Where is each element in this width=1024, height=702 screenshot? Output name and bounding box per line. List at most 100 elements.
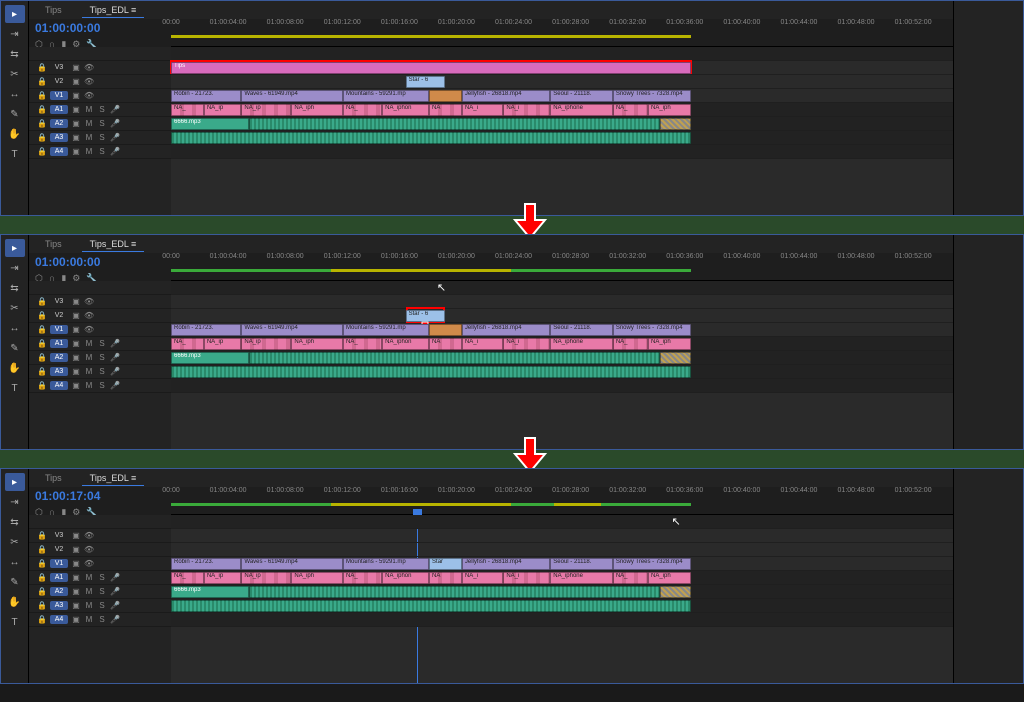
toggle-output-icon[interactable]: ▣ (71, 601, 81, 610)
track-target[interactable]: A3 (50, 367, 68, 376)
audio-clip[interactable]: NA_ (343, 338, 382, 350)
mute-icon[interactable]: M (84, 587, 94, 596)
track-header-v2[interactable]: 🔒V2▣👁 (29, 75, 171, 89)
track-header-v2[interactable]: 🔒V2▣👁 (29, 543, 171, 557)
pen-tool-icon[interactable]: ✎ (5, 573, 25, 591)
tab-tips-edl[interactable]: Tips_EDL ≡ (82, 3, 145, 18)
audio-clip[interactable]: NA_i (503, 104, 550, 116)
toggle-output-icon[interactable]: ▣ (71, 311, 81, 320)
toggle-output-icon[interactable]: ▣ (71, 587, 81, 596)
track-target[interactable]: A1 (50, 573, 68, 582)
mute-icon[interactable]: M (84, 381, 94, 390)
mute-icon[interactable]: M (84, 339, 94, 348)
lock-icon[interactable]: 🔒 (37, 545, 47, 554)
pen-tool-icon[interactable]: ✎ (5, 105, 25, 123)
mute-icon[interactable]: M (84, 133, 94, 142)
audio-clip[interactable]: NA_iph (648, 104, 691, 116)
voice-icon[interactable]: 🎤 (110, 381, 120, 390)
eye-icon[interactable]: 👁 (84, 63, 94, 72)
track-header-a2[interactable]: 🔒A2▣MS🎤 (29, 117, 171, 131)
selection-tool-icon[interactable]: ▸ (5, 239, 25, 257)
track-header-[interactable] (29, 47, 171, 61)
voice-icon[interactable]: 🎤 (110, 119, 120, 128)
solo-icon[interactable]: S (97, 353, 107, 362)
track-target[interactable]: A1 (50, 339, 68, 348)
type-tool-icon[interactable]: T (5, 145, 25, 163)
toggle-output-icon[interactable]: ▣ (71, 559, 81, 568)
lock-icon[interactable]: 🔒 (37, 325, 47, 334)
toggle-output-icon[interactable]: ▣ (71, 545, 81, 554)
time-ruler[interactable]: 00:0001:00:04:0001:00:08:0001:00:12:0001… (171, 19, 953, 47)
voice-icon[interactable]: 🎤 (110, 339, 120, 348)
track-header-v1[interactable]: 🔒V1▣👁 (29, 557, 171, 571)
video-clip[interactable]: Mountains - 59291.mp (343, 90, 429, 102)
track-select-tool-icon[interactable]: ⇥ (5, 259, 25, 277)
track-header-[interactable] (29, 515, 171, 529)
selection-tool-icon[interactable]: ▸ (5, 5, 25, 23)
solo-icon[interactable]: S (97, 381, 107, 390)
track-target[interactable]: A4 (50, 615, 68, 624)
mute-icon[interactable]: M (84, 573, 94, 582)
track-header-a3[interactable]: 🔒A3▣MS🎤 (29, 365, 171, 379)
solo-icon[interactable]: S (97, 105, 107, 114)
audio-clip[interactable]: NA_ (613, 338, 648, 350)
audio-clip[interactable]: NA_ (613, 572, 648, 584)
track-target[interactable]: V3 (50, 63, 68, 72)
slip-tool-icon[interactable]: ↔ (5, 85, 25, 103)
audio-clip[interactable]: NA_iphone (550, 338, 613, 350)
track-header-a1[interactable]: 🔒A1▣MS🎤 (29, 103, 171, 117)
eye-icon[interactable]: 👁 (84, 311, 94, 320)
mute-icon[interactable]: M (84, 119, 94, 128)
toggle-output-icon[interactable]: ▣ (71, 147, 81, 156)
video-clip[interactable]: Waves - 61949.mp4 (241, 90, 343, 102)
voice-icon[interactable]: 🎤 (110, 587, 120, 596)
mute-icon[interactable]: M (84, 105, 94, 114)
mute-icon[interactable]: M (84, 615, 94, 624)
solo-icon[interactable]: S (97, 587, 107, 596)
tab-tips-edl[interactable]: Tips_EDL ≡ (82, 471, 145, 486)
audio-clip[interactable]: NA_iph (648, 338, 691, 350)
razor-tool-icon[interactable]: ✂ (5, 299, 25, 317)
track-header-v3[interactable]: 🔒V3▣👁 (29, 295, 171, 309)
video-clip[interactable]: Jellyfish - 26818.mp4 (462, 324, 550, 336)
audio-clip[interactable]: NA_iphon (382, 338, 429, 350)
tab-tips[interactable]: Tips (37, 3, 70, 17)
track-target[interactable]: V2 (50, 545, 68, 554)
video-clip[interactable] (429, 90, 462, 102)
track-header-v1[interactable]: 🔒V1▣👁 (29, 89, 171, 103)
video-clip[interactable]: Snowy Trees - 7328.mp4 (613, 324, 691, 336)
track-target[interactable]: V3 (50, 531, 68, 540)
lock-icon[interactable]: 🔒 (37, 601, 47, 610)
mute-icon[interactable]: M (84, 353, 94, 362)
slip-tool-icon[interactable]: ↔ (5, 553, 25, 571)
track-target[interactable]: V2 (50, 77, 68, 86)
solo-icon[interactable]: S (97, 119, 107, 128)
track-select-tool-icon[interactable]: ⇥ (5, 493, 25, 511)
ripple-tool-icon[interactable]: ⇆ (5, 513, 25, 531)
lock-icon[interactable]: 🔒 (37, 381, 47, 390)
audio-clip[interactable]: NA_ (171, 104, 204, 116)
razor-tool-icon[interactable]: ✂ (5, 533, 25, 551)
eye-icon[interactable]: 👁 (84, 559, 94, 568)
toggle-output-icon[interactable]: ▣ (71, 381, 81, 390)
current-timecode[interactable]: 01:00:00:00 (35, 21, 165, 35)
voice-icon[interactable]: 🎤 (110, 133, 120, 142)
toggle-output-icon[interactable]: ▣ (71, 367, 81, 376)
toggle-output-icon[interactable]: ▣ (71, 325, 81, 334)
solo-icon[interactable]: S (97, 601, 107, 610)
toggle-output-icon[interactable]: ▣ (71, 91, 81, 100)
mute-icon[interactable]: M (84, 367, 94, 376)
audio-clip[interactable]: NA_iph (291, 338, 343, 350)
lock-icon[interactable]: 🔒 (37, 297, 47, 306)
video-clip[interactable]: Jellyfish - 26818.mp4 (462, 558, 550, 570)
track-header-v1[interactable]: 🔒V1▣👁 (29, 323, 171, 337)
track-target[interactable]: A4 (50, 381, 68, 390)
hand-tool-icon[interactable]: ✋ (5, 125, 25, 143)
toggle-output-icon[interactable]: ▣ (71, 615, 81, 624)
track-target[interactable]: A3 (50, 133, 68, 142)
eye-icon[interactable]: 👁 (84, 531, 94, 540)
toggle-output-icon[interactable]: ▣ (71, 573, 81, 582)
track-target[interactable]: A1 (50, 105, 68, 114)
audio-clip[interactable]: NA_iph (291, 104, 343, 116)
audio-clip[interactable]: NA (429, 338, 462, 350)
